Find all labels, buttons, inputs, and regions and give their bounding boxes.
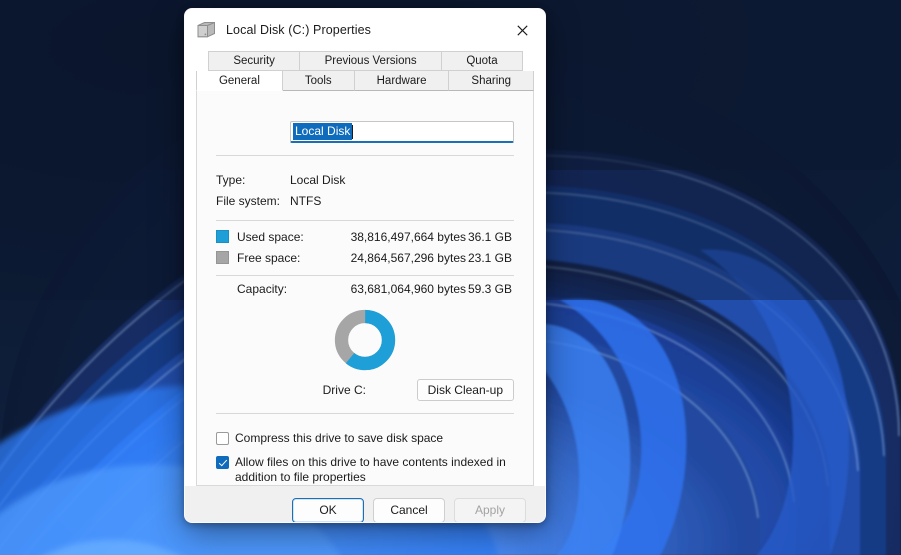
tab-hardware[interactable]: Hardware — [353, 71, 450, 91]
used-space-swatch — [216, 230, 229, 243]
info-label: File system: — [216, 193, 281, 208]
tab-strip: Security Previous Versions Quota General… — [185, 51, 545, 91]
desktop: Local Disk (C:) Properties Security Prev… — [0, 0, 901, 555]
ok-label: OK — [319, 503, 337, 517]
compress-drive-label: Compress this drive to save disk space — [235, 431, 444, 445]
tab-general[interactable]: General — [196, 71, 283, 91]
tab-content-general: Local Disk Type: Local Disk File system:… — [185, 91, 545, 486]
tab-tools[interactable]: Tools — [281, 71, 355, 91]
hard-drive-icon — [196, 19, 218, 41]
tab-label: Security — [233, 55, 275, 67]
free-space-swatch — [216, 251, 229, 264]
space-bytes: 24,864,567,296 bytes — [350, 250, 466, 265]
cancel-button[interactable]: Cancel — [373, 497, 445, 522]
apply-button[interactable]: Apply — [454, 497, 526, 522]
capacity-size: 59.3 GB — [467, 282, 512, 296]
capacity-row: Capacity: 63,681,064,960 bytes 59.3 GB — [216, 278, 514, 300]
tab-label: Hardware — [376, 74, 427, 87]
tab-label: Sharing — [471, 74, 512, 87]
separator-mid-1 — [216, 220, 514, 221]
disk-usage-donut — [334, 309, 396, 371]
disk-cleanup-label: Disk Clean-up — [427, 383, 503, 397]
tab-row-upper: Security Previous Versions Quota — [196, 51, 534, 71]
properties-dialog: Local Disk (C:) Properties Security Prev… — [184, 8, 546, 523]
info-label: Type: — [216, 172, 246, 187]
info-value: NTFS — [290, 193, 322, 208]
space-label: Free space: — [237, 250, 301, 265]
volume-label-row: Local Disk — [216, 121, 514, 143]
dialog-titlebar: Local Disk (C:) Properties — [185, 9, 545, 51]
space-label: Used space: — [237, 229, 304, 244]
index-contents-label: Allow files on this drive to have conten… — [235, 455, 506, 484]
tab-quota[interactable]: Quota — [440, 51, 523, 71]
apply-label: Apply — [474, 503, 506, 517]
volume-label-input[interactable]: Local Disk — [290, 121, 514, 143]
compress-drive-checkbox-row[interactable]: Compress this drive to save disk space — [216, 431, 514, 446]
info-value: Local Disk — [290, 172, 346, 187]
space-size: 23.1 GB — [467, 250, 512, 265]
disk-cleanup-button[interactable]: Disk Clean-up — [416, 379, 514, 401]
tab-sharing[interactable]: Sharing — [448, 71, 535, 91]
text-caret — [352, 124, 354, 139]
tab-label: General — [218, 74, 260, 87]
space-row-free: Free space: 24,864,567,296 bytes 23.1 GB — [216, 247, 514, 268]
separator-top — [216, 155, 514, 156]
cancel-label: Cancel — [390, 503, 428, 517]
volume-label-value: Local Disk — [293, 123, 353, 140]
tab-label: Previous Versions — [324, 55, 417, 67]
tab-previous-versions[interactable]: Previous Versions — [299, 51, 442, 71]
info-row-type: Type: Local Disk — [216, 169, 514, 190]
drive-row: Drive C: Disk Clean-up — [216, 379, 514, 401]
index-contents-checkbox-row[interactable]: Allow files on this drive to have conten… — [216, 455, 514, 485]
space-usage-list: Used space: 38,816,497,664 bytes 36.1 GB… — [216, 226, 514, 268]
disk-usage-chart — [216, 309, 514, 371]
info-row-filesystem: File system: NTFS — [216, 190, 514, 211]
dialog-title: Local Disk (C:) Properties — [226, 23, 372, 37]
separator-mid-2 — [216, 275, 514, 276]
tab-security[interactable]: Security — [208, 51, 301, 71]
space-bytes: 38,816,497,664 bytes — [350, 229, 466, 244]
ok-button[interactable]: OK — [292, 497, 364, 522]
dialog-footer: OK Cancel Apply — [185, 486, 545, 522]
space-row-used: Used space: 38,816,497,664 bytes 36.1 GB — [216, 226, 514, 247]
capacity-bytes: 63,681,064,960 bytes — [350, 282, 466, 296]
tab-label: Tools — [304, 74, 332, 87]
close-icon[interactable] — [499, 9, 545, 51]
capacity-label: Capacity: — [237, 282, 288, 296]
disk-info-list: Type: Local Disk File system: NTFS — [216, 169, 514, 211]
index-contents-checkbox[interactable] — [216, 456, 229, 469]
separator-bottom — [216, 413, 514, 414]
space-size: 36.1 GB — [467, 229, 512, 244]
tab-row-lower: General Tools Hardware Sharing — [196, 71, 535, 91]
drive-label: Drive C: — [322, 383, 366, 397]
compress-drive-checkbox[interactable] — [216, 432, 229, 445]
tab-label: Quota — [466, 55, 498, 67]
